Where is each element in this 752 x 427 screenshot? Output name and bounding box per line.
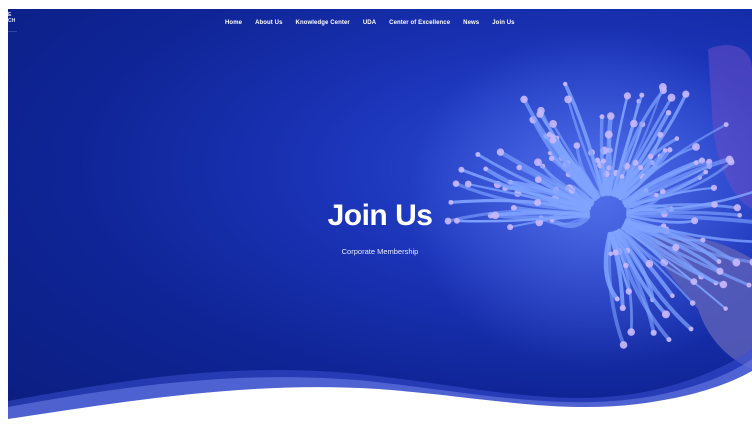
page: E CH ——— Home About Us Knowledge Center … <box>0 0 752 427</box>
hero-banner: E CH ——— Home About Us Knowledge Center … <box>8 9 752 427</box>
wave-divider <box>8 349 752 427</box>
